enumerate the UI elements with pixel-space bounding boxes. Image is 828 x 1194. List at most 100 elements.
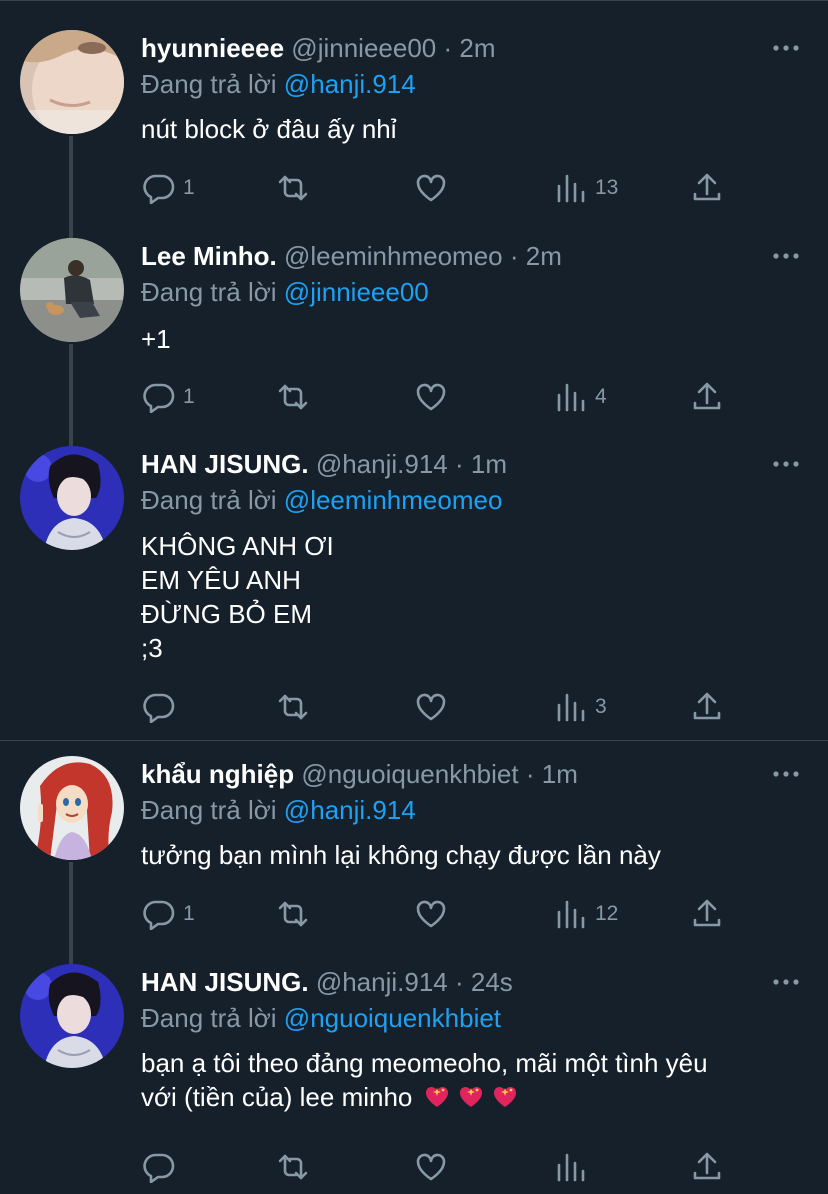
tweet-text-line: bạn ạ tôi theo đảng meomeoho, mãi một tì… [141,1048,708,1078]
more-options-icon[interactable] [772,246,800,266]
tweet-text-line: +1 [141,324,171,354]
share-icon [693,692,721,720]
like-button[interactable] [415,687,447,727]
views-bar-chart-icon [557,693,585,722]
timestamp[interactable]: 1m [471,449,507,479]
tweet[interactable]: khẩu nghiệp @nguoiquenkhbiet · 1m Đang t… [0,756,828,946]
display-name[interactable]: HAN JISUNG. [141,967,309,997]
avatar[interactable] [20,964,124,1068]
tweet[interactable]: Lee Minho. @leeminhmeomeo · 2m Đang trả … [0,238,828,428]
user-handle[interactable]: @jinnieee00 [291,33,436,63]
replying-to-label: Đang trả lời [141,485,277,515]
views-count: 12 [595,902,619,925]
display-name[interactable]: khẩu nghiệp [141,759,294,789]
heart-icon [416,900,446,928]
share-button[interactable] [691,168,723,208]
avatar[interactable] [20,446,124,550]
retweet-button[interactable] [277,1147,309,1187]
retweet-icon [278,384,308,410]
views-count: 13 [595,176,619,199]
sparkling-heart-icon [459,1086,482,1107]
replying-to: Đang trả lời @hanji.914 [141,792,416,828]
replying-to-label: Đang trả lời [141,1003,277,1033]
reply-button[interactable] [143,687,183,727]
tweet-actions: 1 13 [141,168,741,208]
tweet-header: hyunnieeee @jinnieee00 · 2m [141,30,496,66]
tweet-actions: 1 12 [141,894,741,934]
share-button[interactable] [691,377,723,417]
views-bar-chart-icon [557,174,585,203]
more-options-icon[interactable] [772,972,800,992]
user-handle[interactable]: @hanji.914 [316,449,448,479]
views-button[interactable]: 12 [555,894,618,934]
display-name[interactable]: HAN JISUNG. [141,449,309,479]
boy-avatar-icon [20,446,124,550]
avatar[interactable] [20,238,124,342]
tweet-text: bạn ạ tôi theo đảng meomeoho, mãi một tì… [141,1046,708,1114]
separator-dot: · [443,33,453,63]
tweet-text-line: ;3 [141,633,163,663]
like-button[interactable] [415,168,447,208]
more-options-icon[interactable] [772,764,800,784]
retweet-button[interactable] [277,377,309,417]
reply-icon [143,383,175,413]
share-button[interactable] [691,1147,723,1187]
heart-icon [416,693,446,721]
like-button[interactable] [415,1147,447,1187]
timestamp[interactable]: 2m [526,241,562,271]
tweet[interactable]: HAN JISUNG. @hanji.914 · 1m Đang trả lời… [0,446,828,736]
tweet-text: tưởng bạn mình lại không chạy được lần n… [141,838,661,872]
reply-button[interactable]: 1 [143,894,195,934]
reply-mention[interactable]: @jinnieee00 [284,277,429,307]
girl-avatar-icon [20,30,124,134]
views-button[interactable]: 13 [555,168,618,208]
sparkling-heart-icon [425,1086,448,1107]
reply-mention[interactable]: @nguoiquenkhbiet [284,1003,501,1033]
tweet-text: KHÔNG ANH ƠI EM YÊU ANH ĐỪNG BỎ EM ;3 [141,529,334,665]
reply-icon [143,693,175,723]
reply-count: 1 [183,176,195,199]
user-handle[interactable]: @leeminhmeomeo [284,241,503,271]
reply-button[interactable] [143,1147,183,1187]
retweet-button[interactable] [277,894,309,934]
like-button[interactable] [415,377,447,417]
retweet-button[interactable] [277,168,309,208]
timestamp[interactable]: 1m [542,759,578,789]
man-with-cat-avatar-icon [20,238,124,342]
display-name[interactable]: hyunnieeee [141,33,284,63]
more-options-icon[interactable] [772,38,800,58]
avatar[interactable] [20,30,124,134]
views-bar-chart-icon [557,383,585,412]
tweet-text-line: EM YÊU ANH [141,565,301,595]
retweet-icon [278,694,308,720]
avatar[interactable] [20,756,124,860]
display-name[interactable]: Lee Minho. [141,241,277,271]
share-icon [693,899,721,927]
tweet-actions [141,1147,741,1187]
like-button[interactable] [415,894,447,934]
conversation-divider [0,740,828,741]
tweet[interactable]: hyunnieeee @jinnieee00 · 2m Đang trả lời… [0,30,828,220]
reply-mention[interactable]: @hanji.914 [284,795,416,825]
timestamp[interactable]: 24s [471,967,513,997]
user-handle[interactable]: @hanji.914 [316,967,448,997]
reply-count: 1 [183,902,195,925]
more-options-icon[interactable] [772,454,800,474]
tweet-text-line: ĐỪNG BỎ EM [141,599,312,629]
replying-to-label: Đang trả lời [141,277,277,307]
views-button[interactable]: 4 [555,377,607,417]
user-handle[interactable]: @nguoiquenkhbiet [301,759,518,789]
retweet-button[interactable] [277,687,309,727]
reply-mention[interactable]: @hanji.914 [284,69,416,99]
reply-button[interactable]: 1 [143,377,195,417]
views-button[interactable] [555,1147,595,1187]
timestamp[interactable]: 2m [459,33,495,63]
reply-count: 1 [183,385,195,408]
share-button[interactable] [691,894,723,934]
views-button[interactable]: 3 [555,687,607,727]
tweet-header: HAN JISUNG. @hanji.914 · 24s [141,964,513,1000]
share-button[interactable] [691,687,723,727]
reply-button[interactable]: 1 [143,168,195,208]
tweet[interactable]: HAN JISUNG. @hanji.914 · 24s Đang trả lờ… [0,964,828,1194]
reply-mention[interactable]: @leeminhmeomeo [284,485,503,515]
